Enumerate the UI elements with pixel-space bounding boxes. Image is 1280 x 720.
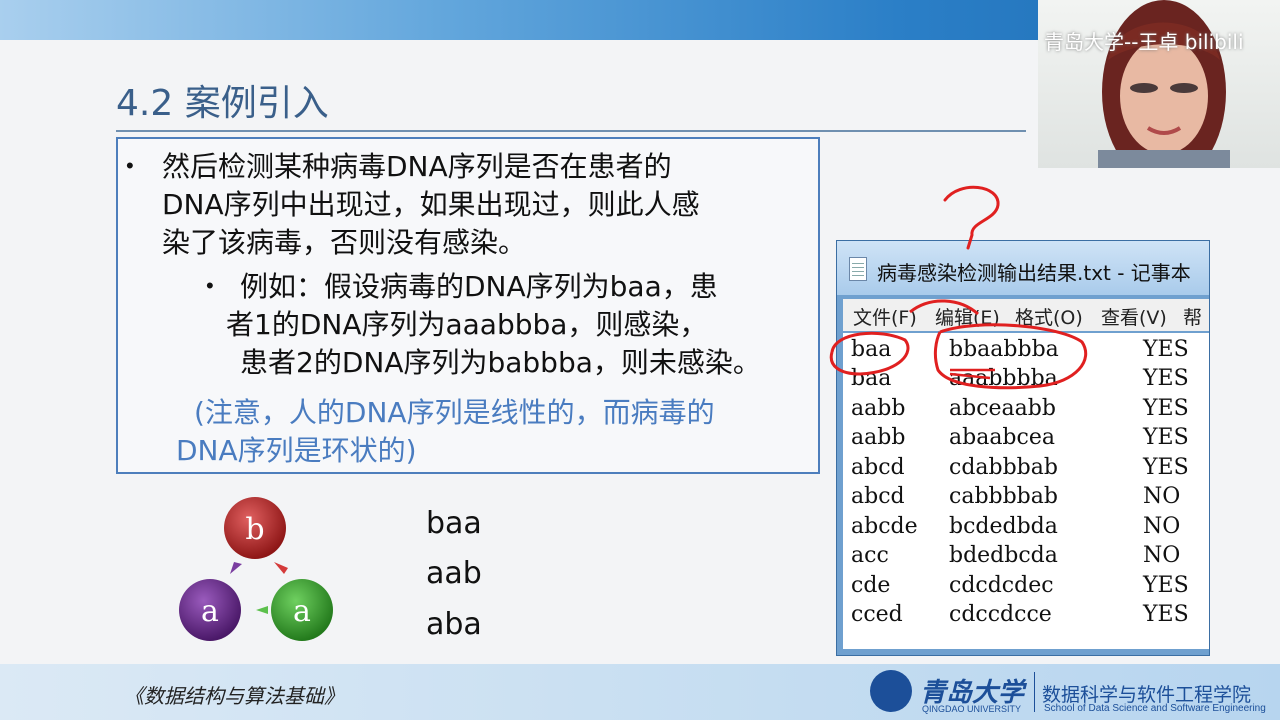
menu-view[interactable]: 查看(V) xyxy=(1101,303,1167,330)
menu-help[interactable]: 帮 xyxy=(1183,303,1202,330)
node-a-right: a xyxy=(271,579,333,641)
notepad-icon xyxy=(849,257,867,281)
bullet-2-line-1: 例如：假设病毒的DNA序列为baa，患 xyxy=(240,270,718,303)
menu-edit[interactable]: 编辑(E) xyxy=(935,303,1000,330)
notepad-title: 病毒感染检测输出结果.txt - 记事本 xyxy=(877,261,1191,285)
presenter-webcam: 青岛大学--王卓 bilibili xyxy=(1038,0,1280,168)
note-line-1: (注意，人的DNA序列是线性的，而病毒的 xyxy=(194,396,715,429)
rotation-1: baa xyxy=(426,506,482,541)
course-title: 《数据结构与算法基础》 xyxy=(124,684,344,708)
notepad-text-area[interactable]: baa bbaabbba YES baa aaabbbba YES aabb abceaa… xyxy=(843,333,1209,649)
menu-file[interactable]: 文件(F) xyxy=(853,303,917,330)
bullet-dot: • xyxy=(126,153,134,178)
menu-format[interactable]: 格式(O) xyxy=(1015,303,1083,330)
slide-title: 4.2 案例引入 xyxy=(116,83,329,124)
footer-divider xyxy=(1034,672,1035,712)
webcam-watermark: 青岛大学--王卓 bilibili xyxy=(1044,30,1244,54)
rotation-2: aab xyxy=(426,556,482,591)
notepad-menubar: 文件(F) 编辑(E) 格式(O) 查看(V) 帮 xyxy=(843,299,1209,331)
bullet-1-line-3: 染了该病毒，否则没有感染。 xyxy=(162,226,527,259)
notepad-titlebar[interactable]: 病毒感染检测输出结果.txt - 记事本 xyxy=(837,241,1209,295)
title-underline xyxy=(116,130,1026,132)
arrow-b-to-a xyxy=(274,562,288,574)
sub-bullet-dot: • xyxy=(206,273,214,298)
node-b-label: b xyxy=(245,512,264,547)
node-b: b xyxy=(224,497,286,559)
rotation-3: aba xyxy=(426,607,482,642)
arrow-a-to-b xyxy=(230,562,242,574)
bullet-1-line-1: 然后检测某种病毒DNA序列是否在患者的 xyxy=(162,150,672,183)
note-line-2: DNA序列是环状的) xyxy=(176,434,417,467)
node-a-left: a xyxy=(179,579,241,641)
bullet-2-line-2: 者1的DNA序列为aaabbba，则感染， xyxy=(226,308,708,341)
notepad-window: 病毒感染检测输出结果.txt - 记事本 文件(F) 编辑(E) 格式(O) 查… xyxy=(836,240,1210,656)
bullet-1-line-2: DNA序列中出现过，如果出现过，则此人感 xyxy=(162,188,700,221)
bullet-2-line-3: 患者2的DNA序列为babbba，则未感染。 xyxy=(240,346,761,379)
content-box: • 然后检测某种病毒DNA序列是否在患者的 DNA序列中出现过，如果出现过，则此… xyxy=(116,137,820,474)
node-a-right-label: a xyxy=(293,594,311,629)
university-name-en: QINGDAO UNIVERSITY xyxy=(922,704,1022,714)
university-seal-icon xyxy=(870,670,912,712)
circular-sequence-diagram: b a a xyxy=(179,497,333,641)
node-a-left-label: a xyxy=(201,594,219,629)
arrow-a-to-a xyxy=(256,606,268,614)
college-name-en: School of Data Science and Software Engi… xyxy=(1044,703,1266,714)
